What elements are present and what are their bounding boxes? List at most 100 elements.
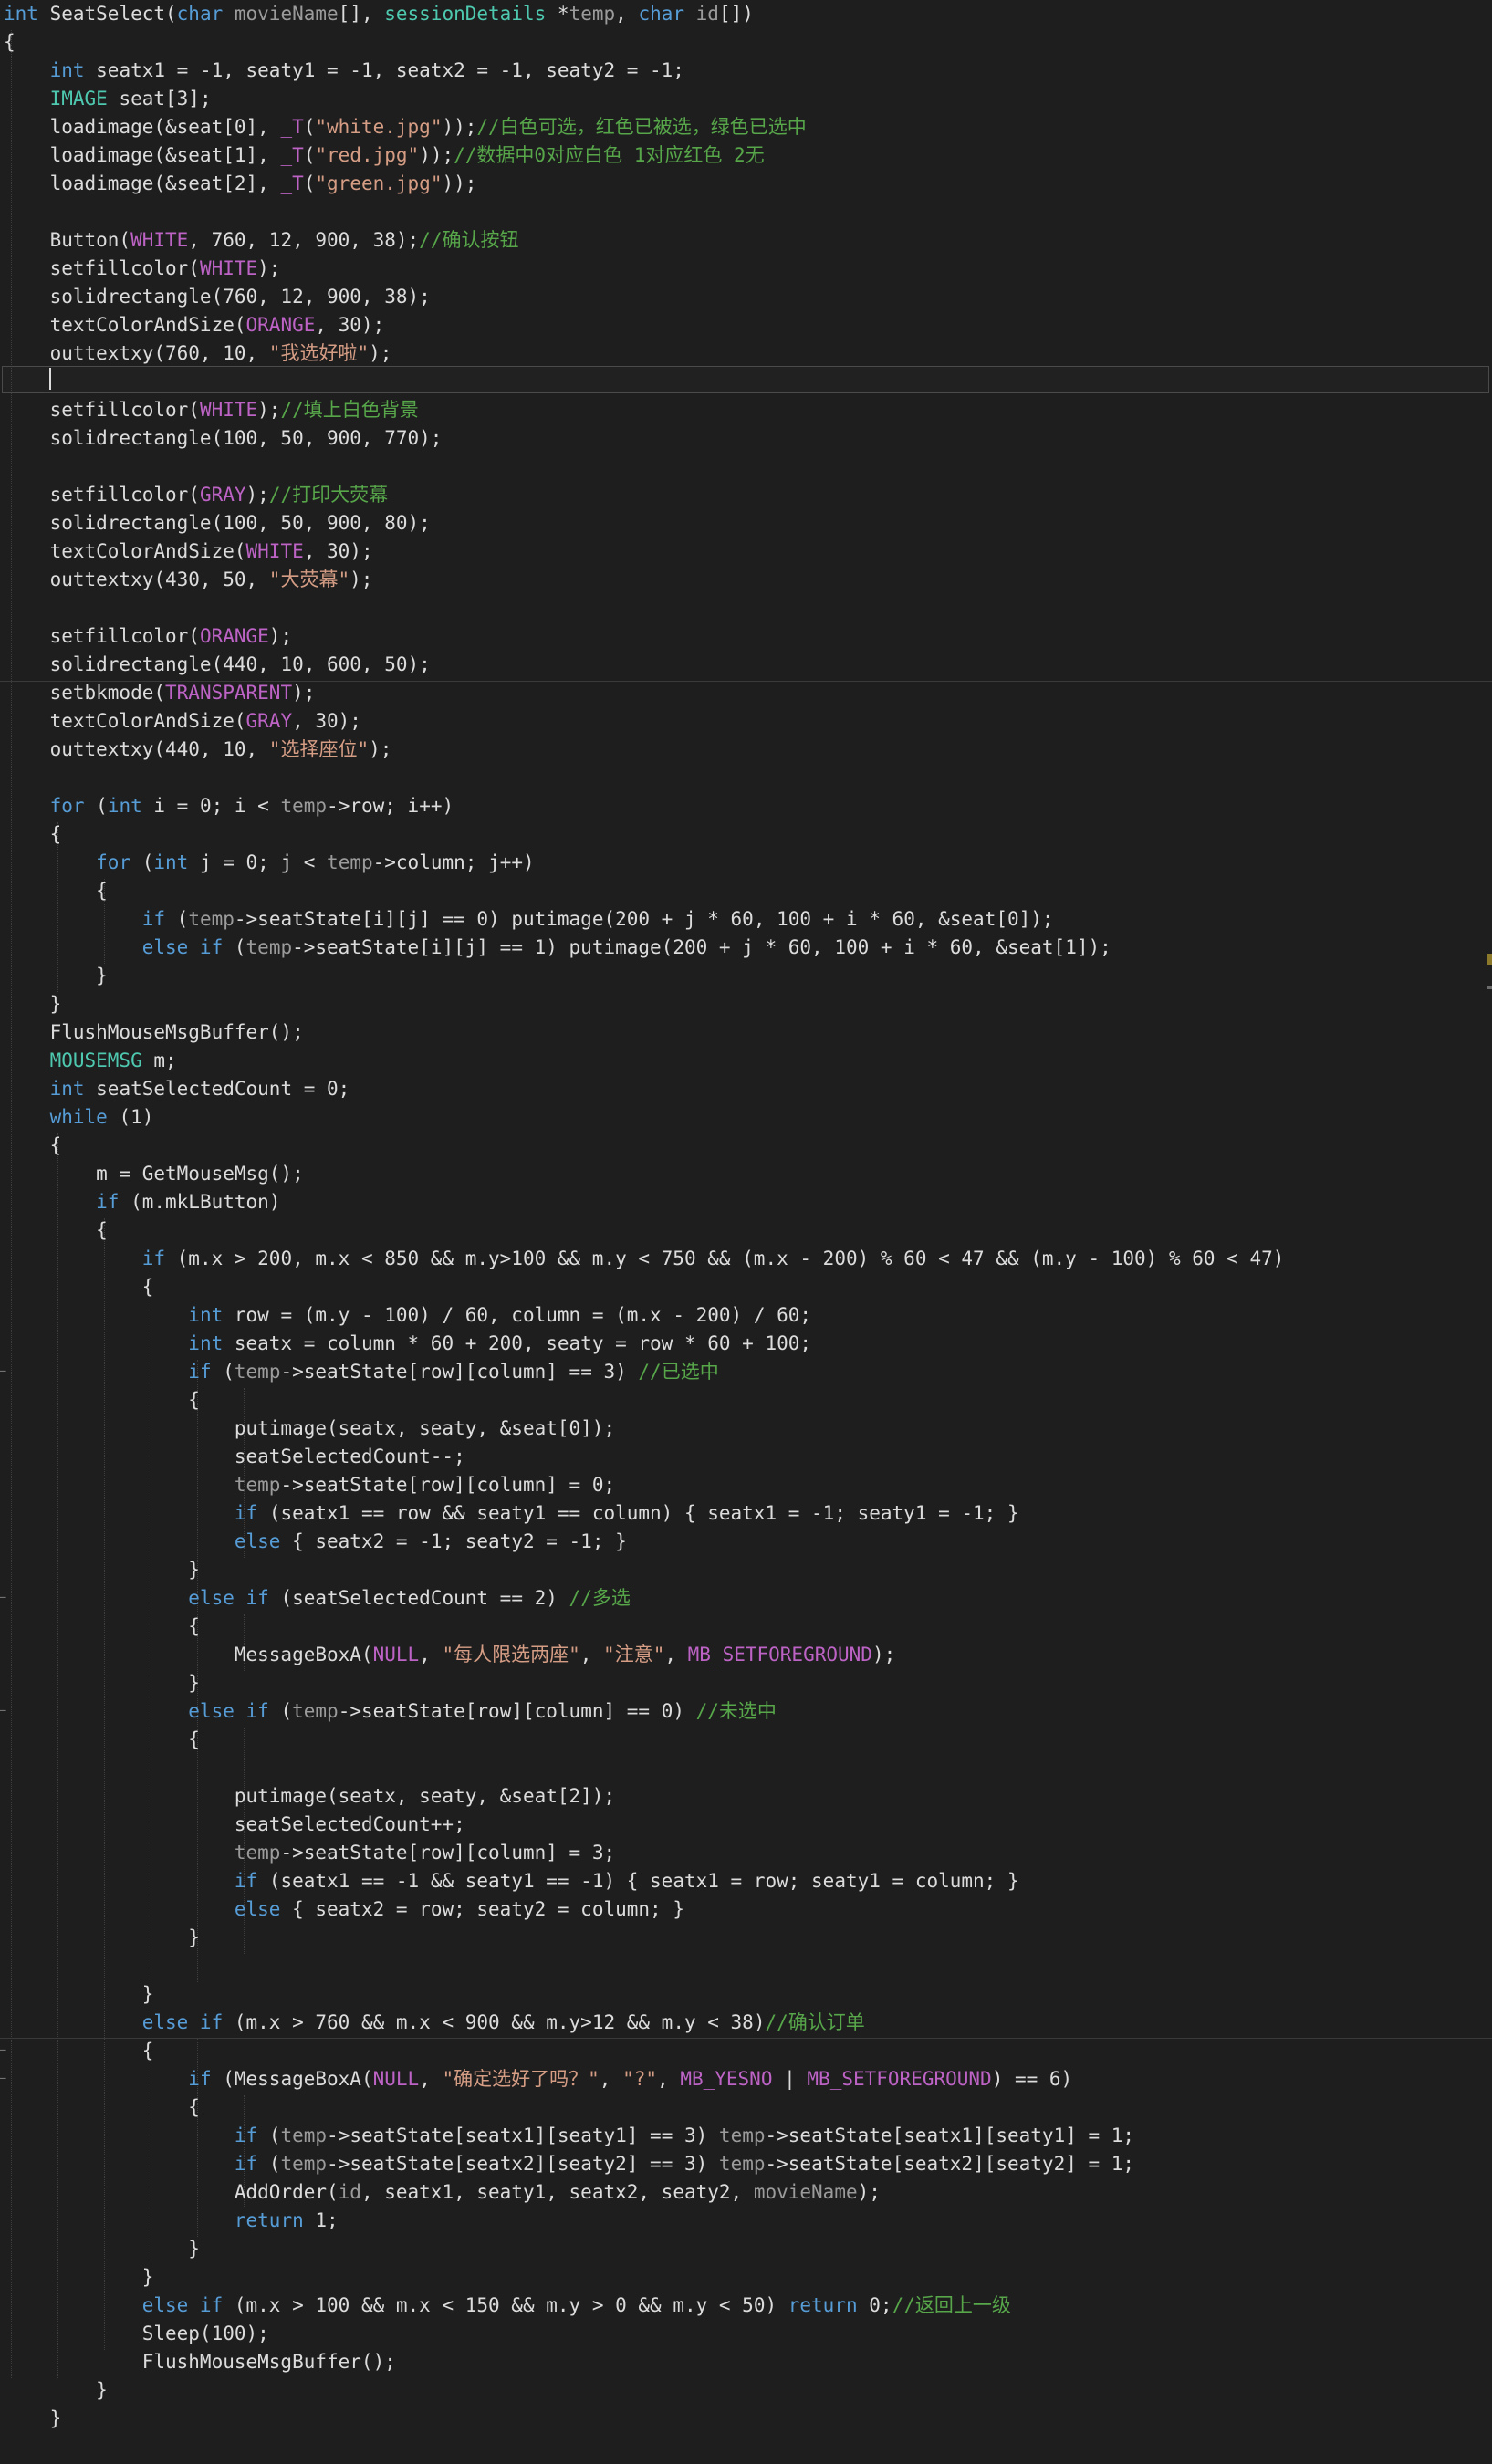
code-line[interactable]: loadimage(&seat[0], _T("white.jpg"));//白… [4,113,1482,141]
code-line[interactable]: Button(WHITE, 760, 12, 900, 38);//确认按钮 [4,226,1482,255]
code-line[interactable]: else if (temp->seatState[i][j] == 1) put… [4,934,1482,962]
code-line[interactable]: else { seatx2 = row; seaty2 = column; } [4,1895,1482,1924]
code-token: { [4,823,62,845]
code-line[interactable]: else { seatx2 = -1; seaty2 = -1; } [4,1528,1482,1556]
code-token: MessageBoxA( [4,1644,373,1665]
code-line[interactable]: textColorAndSize(ORANGE, 30); [4,311,1482,339]
code-line[interactable]: { [4,1273,1482,1301]
code-line[interactable]: if (seatx1 == -1 && seaty1 == -1) { seat… [4,1867,1482,1895]
code-token: seatSelectedCount--; [4,1446,465,1467]
code-line[interactable]: } [4,962,1482,990]
code-line[interactable]: FlushMouseMsgBuffer(); [4,1018,1482,1047]
code-line[interactable]: textColorAndSize(GRAY, 30); [4,707,1482,736]
code-line[interactable]: AddOrder(id, seatx1, seaty1, seatx2, sea… [4,2178,1482,2207]
code-editor[interactable]: – – – – – int SeatSelect(char movieName[], s… [0,0,1492,2464]
code-line[interactable]: } [4,2263,1482,2292]
code-line[interactable] [4,764,1482,792]
code-line[interactable]: setfillcolor(ORANGE); [4,622,1482,651]
code-line[interactable]: outtextxy(430, 50, "大荧幕"); [4,566,1482,594]
code-line[interactable]: if (temp->seatState[seatx1][seaty1] == 3… [4,2122,1482,2150]
code-line[interactable]: solidrectangle(440, 10, 600, 50); [4,651,1482,679]
scrollbar-position-marker[interactable] [1487,986,1492,989]
code-line[interactable]: if (temp->seatState[row][column] == 3) /… [4,1358,1482,1386]
code-line[interactable]: temp->seatState[row][column] = 0; [4,1471,1482,1499]
code-token: ); [857,2181,881,2203]
code-line[interactable]: setfillcolor(WHITE); [4,255,1482,283]
code-line[interactable] [4,594,1482,622]
code-line[interactable]: if (seatx1 == row && seaty1 == column) {… [4,1499,1482,1528]
code-line[interactable]: } [4,990,1482,1018]
code-line[interactable]: { [4,28,1482,57]
code-line[interactable]: for (int j = 0; j < temp->column; j++) [4,849,1482,877]
code-line[interactable]: { [4,1726,1482,1754]
code-line[interactable] [4,1754,1482,1782]
code-line[interactable] [4,1952,1482,1980]
code-line[interactable]: setbkmode(TRANSPARENT); [4,679,1482,707]
code-line[interactable]: putimage(seatx, seaty, &seat[2]); [4,1782,1482,1811]
code-line[interactable]: int seatx1 = -1, seaty1 = -1, seatx2 = -… [4,57,1482,85]
code-line[interactable]: } [4,2405,1482,2433]
code-line[interactable]: } [4,2376,1482,2405]
code-token: if [188,2068,212,2090]
code-line[interactable]: temp->seatState[row][column] = 3; [4,1839,1482,1867]
code-token: FlushMouseMsgBuffer(); [4,2351,396,2373]
code-line[interactable]: if (m.mkLButton) [4,1188,1482,1216]
code-line[interactable]: } [4,1556,1482,1584]
code-line[interactable]: int seatSelectedCount = 0; [4,1075,1482,1103]
code-line[interactable]: putimage(seatx, seaty, &seat[0]); [4,1415,1482,1443]
code-line[interactable]: else if (m.x > 760 && m.x < 900 && m.y>1… [4,2009,1482,2037]
code-line[interactable]: setfillcolor(GRAY);//打印大荧幕 [4,481,1482,509]
code-line[interactable]: if (temp->seatState[seatx2][seaty2] == 3… [4,2150,1482,2178]
code-line[interactable]: loadimage(&seat[2], _T("green.jpg")); [4,170,1482,198]
code-line[interactable]: loadimage(&seat[1], _T("red.jpg"));//数据中… [4,141,1482,170]
code-line[interactable]: { [4,2037,1482,2065]
code-line[interactable]: MessageBoxA(NULL, "每人限选两座", "注意", MB_SET… [4,1641,1482,1669]
code-line[interactable]: int row = (m.y - 100) / 60, column = (m.… [4,1301,1482,1330]
code-line[interactable]: } [4,1924,1482,1952]
code-line[interactable]: setfillcolor(WHITE);//填上白色背景 [4,396,1482,424]
code-line[interactable]: int seatx = column * 60 + 200, seaty = r… [4,1330,1482,1358]
code-line[interactable]: else if (temp->seatState[row][column] ==… [4,1697,1482,1726]
code-line[interactable]: { [4,820,1482,849]
code-line[interactable]: } [4,2235,1482,2263]
code-line[interactable]: solidrectangle(760, 12, 900, 38); [4,283,1482,311]
code-line[interactable]: solidrectangle(100, 50, 900, 80); [4,509,1482,538]
code-token: ( [257,2125,281,2146]
code-line[interactable]: { [4,2093,1482,2122]
code-line[interactable]: MOUSEMSG m; [4,1047,1482,1075]
code-line[interactable]: } [4,1980,1482,2009]
code-token: { [4,1389,200,1411]
code-line[interactable]: { [4,1216,1482,1245]
code-line[interactable]: } [4,1669,1482,1697]
code-line[interactable]: if (temp->seatState[i][j] == 0) putimage… [4,905,1482,934]
code-line[interactable]: { [4,877,1482,905]
code-line[interactable]: else if (m.x > 100 && m.x < 150 && m.y >… [4,2292,1482,2320]
code-token: if [141,1248,166,1269]
code-line[interactable]: else if (seatSelectedCount == 2) //多选 [4,1584,1482,1613]
code-line[interactable]: if (MessageBoxA(NULL, "确定选好了吗？", "?", MB… [4,2065,1482,2093]
code-line[interactable]: { [4,1613,1482,1641]
code-line[interactable]: return 1; [4,2207,1482,2235]
code-line[interactable]: textColorAndSize(WHITE, 30); [4,538,1482,566]
code-line[interactable]: outtextxy(440, 10, "选择座位"); [4,736,1482,764]
code-line[interactable] [4,368,1482,396]
code-line[interactable]: { [4,1386,1482,1415]
code-token: ->seatState[seatx2][seaty2] = 1; [765,2153,1135,2175]
scrollbar-change-marker[interactable] [1487,954,1492,965]
code-line[interactable]: while (1) [4,1103,1482,1132]
code-line[interactable]: seatSelectedCount--; [4,1443,1482,1471]
code-line[interactable]: FlushMouseMsgBuffer(); [4,2348,1482,2376]
code-line[interactable] [4,198,1482,226]
code-line[interactable]: IMAGE seat[3]; [4,85,1482,113]
code-line[interactable]: outtextxy(760, 10, "我选好啦"); [4,339,1482,368]
code-line[interactable]: int SeatSelect(char movieName[], session… [4,0,1482,28]
code-line[interactable]: seatSelectedCount++; [4,1811,1482,1839]
code-token: if [188,1361,212,1383]
code-line[interactable]: solidrectangle(100, 50, 900, 770); [4,424,1482,453]
code-line[interactable] [4,453,1482,481]
code-line[interactable]: if (m.x > 200, m.x < 850 && m.y>100 && m… [4,1245,1482,1273]
code-line[interactable]: m = GetMouseMsg(); [4,1160,1482,1188]
code-line[interactable]: Sleep(100); [4,2320,1482,2348]
code-line[interactable]: for (int i = 0; i < temp->row; i++) [4,792,1482,820]
code-line[interactable]: { [4,1132,1482,1160]
